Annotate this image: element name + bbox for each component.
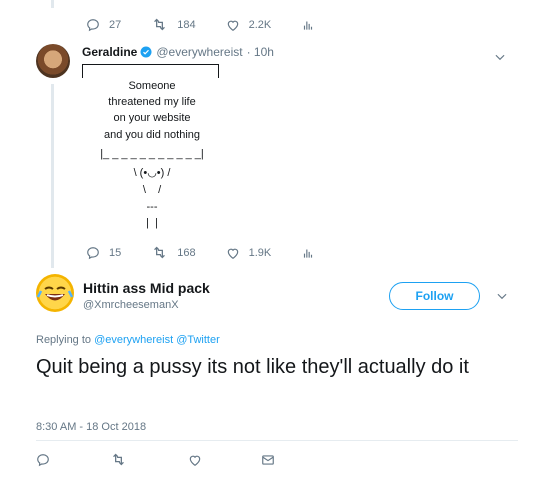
bunny-line: --- <box>146 201 158 213</box>
laughing-emoji-icon <box>36 286 74 301</box>
retweet-button[interactable]: 168 <box>151 244 196 261</box>
retweet-button[interactable]: 184 <box>151 16 196 33</box>
user-handle[interactable]: @everywhereist <box>156 45 242 59</box>
sign-bottom-line: |_ _ _ _ _ _ _ _ _ _ _| <box>100 148 204 160</box>
bunny-line: \ / <box>142 184 162 196</box>
heart-icon <box>227 248 238 259</box>
chevron-down-icon[interactable] <box>493 50 507 64</box>
sign-line: on your website <box>113 112 191 124</box>
envelope-icon <box>262 454 274 465</box>
like-button[interactable] <box>188 453 211 467</box>
verified-badge-icon <box>140 46 152 58</box>
sign-line: and you did nothing <box>103 129 201 141</box>
reply-button[interactable]: 27 <box>86 18 121 32</box>
retweet-count: 184 <box>177 18 196 31</box>
reply-button[interactable] <box>36 453 59 467</box>
bunny-line: | | <box>146 217 158 229</box>
sign-line: threatened my life <box>108 96 196 108</box>
sign-line: Someone <box>128 80 176 92</box>
avatar[interactable] <box>36 44 70 78</box>
timestamp[interactable]: 8:30 AM - 18 Oct 2018 <box>36 421 146 433</box>
user-handle[interactable]: @XmrcheesemanX <box>83 299 179 311</box>
heart-icon <box>227 20 238 31</box>
display-name[interactable]: Hittin ass Mid pack <box>83 280 210 296</box>
tweet-time[interactable]: · 10h <box>247 45 274 59</box>
tweet-header: Geraldine @everywhereist · 10h <box>82 45 274 59</box>
divider <box>36 440 518 441</box>
analytics-button[interactable] <box>301 18 324 32</box>
retweet-button[interactable] <box>110 451 136 468</box>
reply-icon <box>87 18 99 31</box>
reply-count: 15 <box>109 246 122 259</box>
reply-icon <box>87 246 99 259</box>
replying-to: Replying to @everywhereist @Twitter <box>36 334 220 346</box>
tweet-actions <box>36 451 314 468</box>
retweet-icon <box>154 18 166 31</box>
reply-button[interactable]: 15 <box>86 246 121 260</box>
replying-prefix: Replying to <box>36 334 92 346</box>
analytics-icon <box>304 21 313 30</box>
tweet-text: Quit being a pussy its not like they'll … <box>36 356 469 378</box>
retweet-count: 168 <box>177 246 196 259</box>
analytics-icon <box>304 249 313 258</box>
follow-button[interactable]: Follow <box>389 282 480 310</box>
retweet-icon <box>154 246 166 259</box>
bunny-line: \ (•◡•) / <box>133 167 171 179</box>
reply-count: 27 <box>109 18 122 31</box>
tweet-actions: 15 168 1.9K <box>86 244 354 261</box>
reply-icon <box>37 453 49 466</box>
like-count: 2.2K <box>248 18 272 31</box>
retweet-icon <box>113 453 124 466</box>
like-count: 1.9K <box>248 246 272 259</box>
top-tweet-actions: 27 184 2.2K <box>86 16 354 33</box>
display-name[interactable]: Geraldine <box>82 45 137 59</box>
chevron-down-icon[interactable] <box>495 289 509 303</box>
like-button[interactable]: 1.9K <box>226 246 272 260</box>
heart-icon <box>189 455 201 466</box>
thread-line-mid <box>51 84 54 268</box>
direct-message-button[interactable] <box>261 453 284 467</box>
like-button[interactable]: 2.2K <box>226 18 272 32</box>
thread-line-top <box>51 0 54 8</box>
replying-users-link[interactable]: @everywhereist @Twitter <box>94 334 220 346</box>
analytics-button[interactable] <box>301 246 324 260</box>
avatar[interactable] <box>36 274 74 312</box>
